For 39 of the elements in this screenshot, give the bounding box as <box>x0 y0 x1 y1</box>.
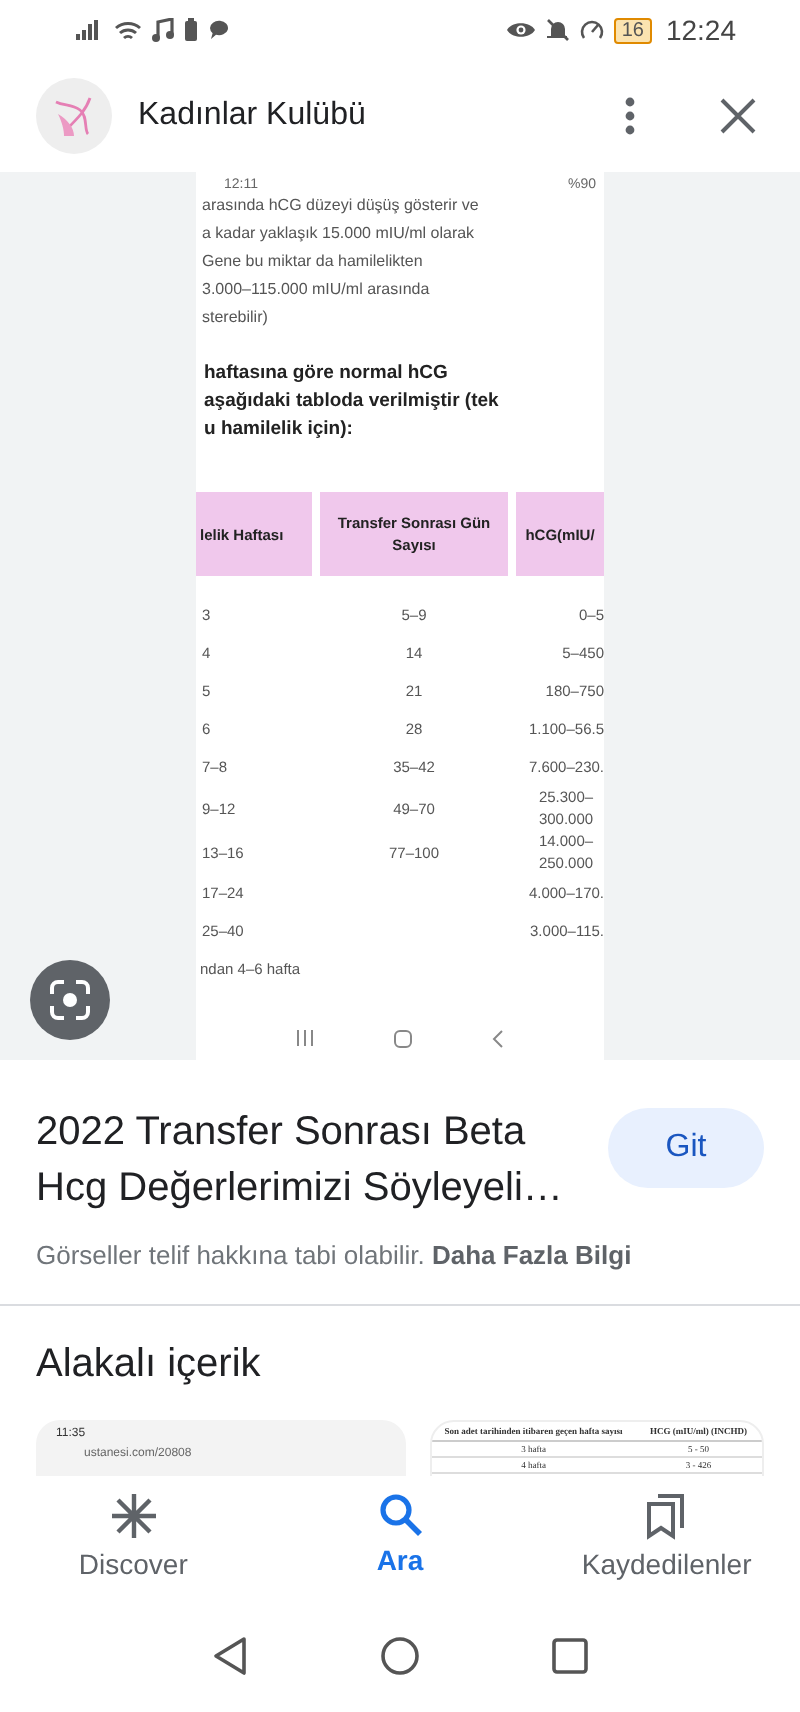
music-note-icon <box>152 18 174 42</box>
article-text: sterebilir) <box>202 306 270 328</box>
article-heading: haftasına göre normal hCG <box>204 360 450 388</box>
bookmarks-icon <box>646 1492 687 1540</box>
visit-button[interactable]: Git <box>608 1108 764 1188</box>
copyright-notice: Görseller telif hakkına tabi olabilir. Daha Fazla Bilgi <box>0 1240 800 1306</box>
nav-tab[interactable]: Ara <box>266 1476 534 1608</box>
signal-icon <box>76 20 104 40</box>
gauge-icon <box>579 18 604 42</box>
article-text: arasında hCG düzeyi düşüş gösterir ve <box>202 194 481 216</box>
section-heading: Alakalı içerik <box>36 1342 263 1388</box>
recents-icon <box>296 1030 314 1046</box>
site-logo-icon <box>36 78 112 154</box>
bell-off-icon <box>545 18 570 42</box>
home-icon[interactable] <box>380 1636 420 1676</box>
eye-icon <box>505 20 536 40</box>
battery-icon <box>184 18 198 42</box>
result-title: 2022 Transfer Sonrası Beta Hcg Değerlerimizi Söyleyeli… <box>36 1108 565 1214</box>
lens-button[interactable] <box>30 960 110 1040</box>
nav-tab[interactable]: Kaydedilenler <box>533 1476 800 1608</box>
article-heading: u hamilelik için): <box>204 416 355 444</box>
chat-icon <box>208 20 230 40</box>
battery-level: 16 <box>613 17 652 43</box>
lens-icon <box>48 978 92 1022</box>
more-info-link[interactable]: Daha Fazla Bilgi <box>431 1240 632 1270</box>
nav-tab[interactable]: Discover <box>0 1476 267 1608</box>
status-time: 12:24 <box>665 14 736 46</box>
home-icon <box>394 1030 412 1048</box>
back-icon <box>492 1030 504 1048</box>
article-text: 3.000–115.000 mIU/ml arasında <box>202 278 432 300</box>
back-icon[interactable] <box>212 1636 248 1676</box>
site-title: Kadınlar Kulübü <box>138 98 368 134</box>
article-heading: aşağıdaki tabloda verilmiştir (tek <box>204 388 501 416</box>
asterisk-icon <box>109 1492 158 1540</box>
recents-icon[interactable] <box>552 1638 588 1674</box>
wifi-icon <box>114 19 142 41</box>
article-text: a kadar yaklaşık 15.000 mIU/ml olarak <box>202 222 477 244</box>
search-icon <box>377 1492 422 1536</box>
article-text: Gene bu miktar da hamilelikten <box>202 250 425 272</box>
